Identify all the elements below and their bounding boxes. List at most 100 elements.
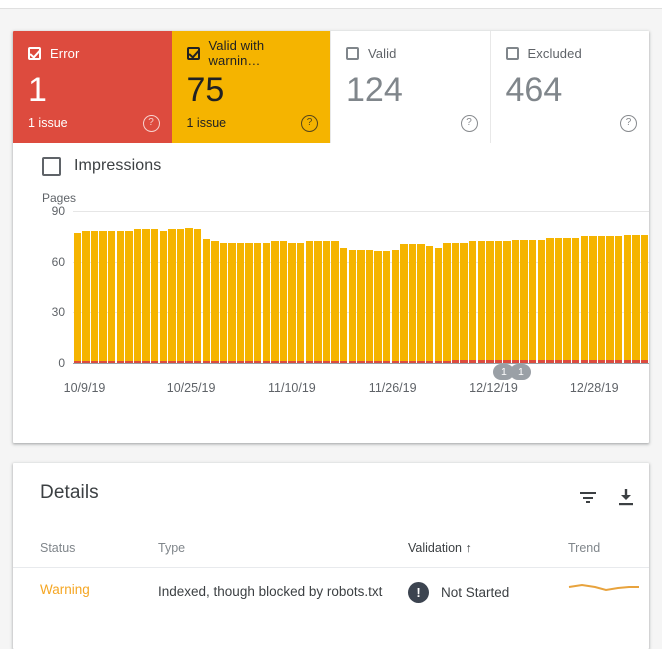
chart-bar[interactable] xyxy=(589,236,597,363)
help-icon-valid-with-warnings[interactable]: ? xyxy=(301,115,318,132)
chart-bar[interactable] xyxy=(236,242,245,363)
chart-bar-segment-error xyxy=(365,361,374,363)
chart-bar[interactable] xyxy=(245,242,253,363)
chart-bar[interactable] xyxy=(116,230,124,363)
chart-bar[interactable] xyxy=(331,241,339,363)
chart-bar[interactable] xyxy=(417,244,425,363)
help-icon-error[interactable]: ? xyxy=(142,115,160,132)
chart-bar[interactable] xyxy=(520,239,528,363)
chart-bar[interactable] xyxy=(580,236,589,363)
column-header-type[interactable]: Type xyxy=(158,531,408,568)
chart-bar[interactable] xyxy=(193,229,202,363)
chart-bar[interactable] xyxy=(73,232,81,363)
chart-bar[interactable] xyxy=(254,242,262,363)
column-header-trend[interactable]: Trend xyxy=(568,531,649,568)
chart-bar[interactable] xyxy=(262,242,271,363)
chart-bar[interactable] xyxy=(640,234,649,363)
chart-annotation-badge[interactable]: 1 xyxy=(510,364,532,380)
chart-bar[interactable] xyxy=(168,229,176,363)
summary-card-excluded[interactable]: Excluded 464 ? xyxy=(489,31,649,143)
chart-bar[interactable] xyxy=(546,238,554,363)
chart-bar[interactable] xyxy=(159,230,167,363)
checkbox-impressions[interactable] xyxy=(42,156,61,176)
chart-bar[interactable] xyxy=(451,243,460,363)
chart-bar-segment-error xyxy=(520,359,528,363)
chart-bar-segment-warning xyxy=(529,239,537,360)
filter-icon[interactable] xyxy=(576,485,600,509)
chart-bar[interactable] xyxy=(529,239,537,363)
chart-bar[interactable] xyxy=(90,230,99,363)
chart-bar[interactable] xyxy=(125,230,133,363)
chart-bar[interactable] xyxy=(400,244,408,363)
chart-bar[interactable] xyxy=(176,229,185,363)
chart-bar[interactable] xyxy=(211,241,219,363)
chart-bar[interactable] xyxy=(133,229,142,363)
chart-bar[interactable] xyxy=(443,242,451,363)
chart-bar[interactable] xyxy=(408,244,417,363)
chart-bar[interactable] xyxy=(486,241,494,363)
chart-bar[interactable] xyxy=(477,241,485,363)
summary-card-error[interactable]: Error 1 1 issue ? xyxy=(13,31,172,143)
chart-plot-area: 0 30 60 90 xyxy=(52,204,649,370)
chart-bar[interactable] xyxy=(322,241,331,363)
status-badge[interactable]: Warning xyxy=(40,582,90,597)
chart-bar[interactable] xyxy=(348,249,356,363)
chart-bar[interactable] xyxy=(107,230,116,363)
chart-bar[interactable] xyxy=(511,239,520,363)
summary-card-valid-with-warnings[interactable]: Valid with warnin… 75 1 issue ? xyxy=(171,31,330,143)
chart-bar[interactable] xyxy=(99,230,107,363)
chart-bar-segment-error xyxy=(589,359,597,363)
help-icon-valid[interactable]: ? xyxy=(460,115,478,132)
chart-bar[interactable] xyxy=(142,229,150,363)
column-header-status[interactable]: Status xyxy=(13,531,158,568)
chart-bar[interactable] xyxy=(185,227,193,363)
checkbox-error[interactable] xyxy=(28,46,41,60)
chart-bar[interactable] xyxy=(425,246,434,363)
checkbox-excluded[interactable] xyxy=(505,46,519,60)
chart-bar[interactable] xyxy=(357,249,365,363)
chart-bar[interactable] xyxy=(382,251,391,363)
chart-bar[interactable] xyxy=(632,234,640,363)
download-icon[interactable] xyxy=(614,485,638,509)
checkbox-valid-with-warnings[interactable] xyxy=(186,46,200,60)
chart-bar-segment-warning xyxy=(468,241,477,360)
chart-bar[interactable] xyxy=(150,229,159,363)
chart-bar[interactable] xyxy=(279,241,288,363)
chart-bar[interactable] xyxy=(503,241,511,363)
checkbox-valid[interactable] xyxy=(346,46,359,60)
column-header-validation[interactable]: Validation ↑ xyxy=(408,531,568,568)
chart-bar[interactable] xyxy=(572,238,580,363)
help-icon-excluded[interactable]: ? xyxy=(620,115,637,132)
summary-card-valid[interactable]: Valid 124 ? xyxy=(330,31,490,143)
chart-bar[interactable] xyxy=(314,241,322,363)
chart-bar[interactable] xyxy=(563,238,571,363)
chart-bar[interactable] xyxy=(606,236,614,363)
chart-bar[interactable] xyxy=(537,239,546,363)
details-header: Details xyxy=(13,463,649,531)
chart-bar[interactable] xyxy=(494,241,503,363)
page-top-bar xyxy=(0,0,662,9)
chart-bar[interactable] xyxy=(219,242,228,363)
chart-bar[interactable] xyxy=(554,238,563,363)
chart-bar[interactable] xyxy=(391,249,399,363)
chart-bar[interactable] xyxy=(460,243,468,363)
chart-bar[interactable] xyxy=(82,230,90,363)
chart-bar[interactable] xyxy=(288,242,296,363)
chart-bar-segment-error xyxy=(116,361,124,363)
chart-bar[interactable] xyxy=(271,241,279,363)
chart-bar[interactable] xyxy=(434,247,442,363)
chart-bar[interactable] xyxy=(305,241,314,363)
chart-bar[interactable] xyxy=(228,242,236,363)
chart-bar[interactable] xyxy=(202,239,210,363)
chart-bar[interactable] xyxy=(340,247,348,363)
chart-bar-segment-warning xyxy=(340,247,348,361)
chart-bar[interactable] xyxy=(374,251,382,363)
table-row[interactable]: Warning Indexed, though blocked by robot… xyxy=(13,568,649,620)
impressions-toggle-row[interactable]: Impressions xyxy=(13,143,649,189)
chart-bar[interactable] xyxy=(597,236,606,363)
chart-bar[interactable] xyxy=(468,241,477,363)
chart-bar[interactable] xyxy=(365,249,374,363)
chart-bar[interactable] xyxy=(623,234,631,363)
chart-bar[interactable] xyxy=(615,236,623,363)
chart-bar[interactable] xyxy=(297,242,305,363)
